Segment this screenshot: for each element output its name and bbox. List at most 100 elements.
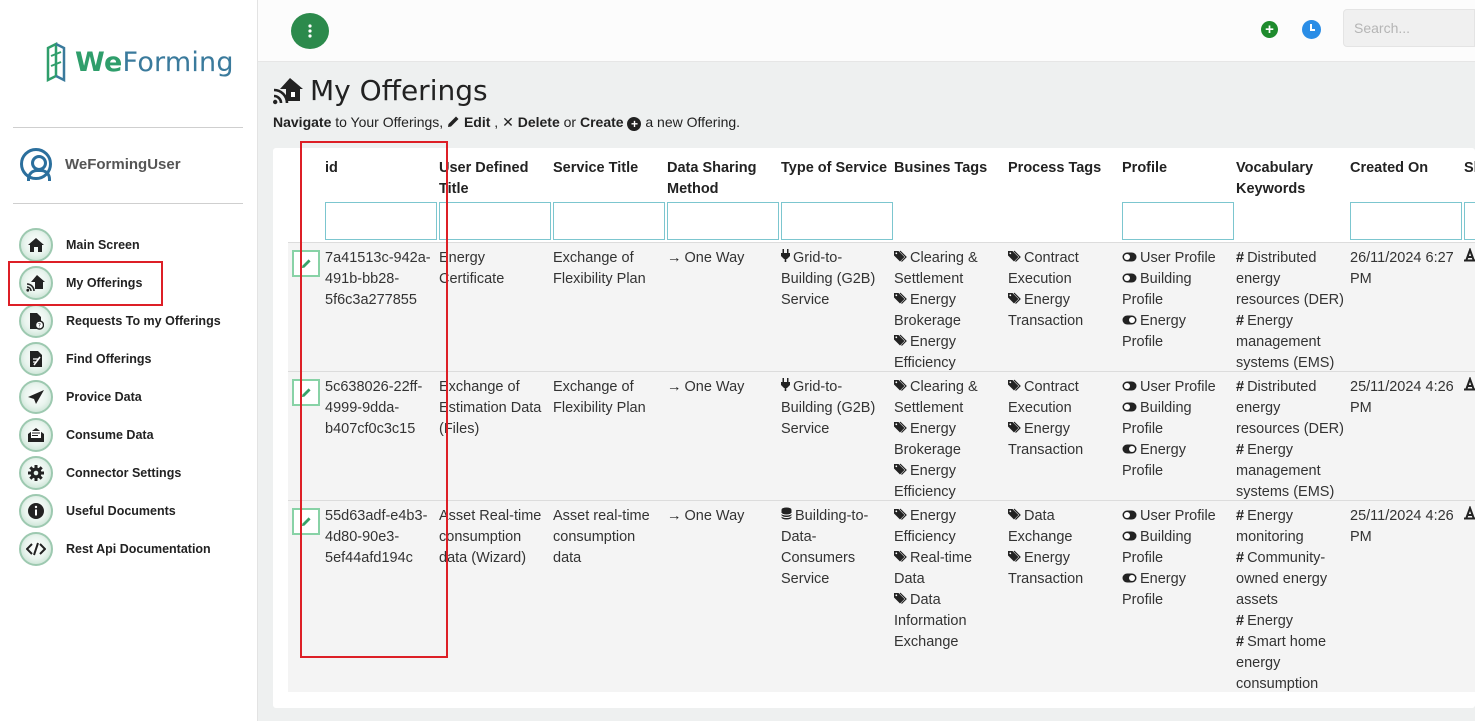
sidebar-item-label: Provice Data (66, 390, 142, 404)
column-header-id[interactable]: id (325, 158, 435, 179)
cell-profile: User Profile Building Profile Energy Profile (1122, 248, 1234, 353)
cell-line: 4999-9dda- (325, 400, 400, 416)
profile-line: Profile (1122, 550, 1164, 566)
filter-method-input[interactable] (667, 202, 779, 240)
column-header-created[interactable]: Created On (1350, 158, 1462, 179)
cell-line: (Files) (439, 421, 480, 437)
clock-icon[interactable] (1302, 20, 1321, 39)
column-header-sh[interactable]: Sh (1464, 158, 1475, 179)
toggle-off-icon (1122, 379, 1137, 395)
cell-profile: User Profile Building Profile Energy Profile (1122, 377, 1234, 482)
sidebar-item-rest-api[interactable]: Rest Api Documentation (19, 530, 221, 568)
vocab-line: resources (DER) (1236, 292, 1344, 308)
sidebar-item-my-offerings[interactable]: My Offerings (19, 264, 221, 302)
hashtag-icon: # (1236, 613, 1245, 629)
hashtag-icon: # (1236, 634, 1245, 650)
tag-line: Energy (894, 506, 1006, 527)
sidebar-item-find-offerings[interactable]: Find Offerings (19, 340, 221, 378)
filter-service-title-input[interactable] (553, 202, 665, 240)
filter-sh-input[interactable] (1464, 202, 1475, 240)
filter-id-input[interactable] (325, 202, 437, 240)
filter-type-input[interactable] (781, 202, 893, 240)
cell-line: consumption (553, 529, 636, 545)
cell-created: 25/11/2024 4:26 PM (1350, 506, 1462, 548)
type-line: Service (781, 421, 830, 437)
sidebar-item-useful-documents[interactable]: Useful Documents (19, 492, 221, 530)
share-icon[interactable] (1464, 247, 1475, 269)
method-value: → One Way (667, 250, 745, 266)
hashtag-icon: # (1236, 313, 1245, 329)
vocab-line: energy (1236, 655, 1281, 671)
cell-created: 26/11/2024 6:27 PM (1350, 248, 1462, 290)
cell-line: consumption (439, 529, 522, 545)
tag-icon (894, 508, 907, 524)
toggle-on-icon (1122, 442, 1137, 458)
edit-button[interactable] (292, 379, 320, 406)
tag-icon (894, 250, 907, 266)
column-header-vocabulary[interactable]: Vocabulary Keywords (1236, 158, 1336, 200)
method-value: → One Way (667, 508, 745, 524)
toggle-on-icon (1122, 571, 1137, 587)
column-header-type[interactable]: Type of Service (781, 158, 893, 179)
sidebar-item-label: Connector Settings (66, 466, 182, 480)
edit-button[interactable] (292, 508, 320, 535)
logo-text: WeForming (75, 47, 234, 78)
cell-user-title: Asset Real-time consumption data (Wizard) (439, 506, 551, 569)
search-input[interactable] (1343, 9, 1475, 47)
filter-created-input[interactable] (1350, 202, 1462, 240)
cell-line: 7a41513c-942a- (325, 250, 431, 266)
vocab-line: management (1236, 463, 1321, 479)
user-info[interactable]: WeFormingUser (20, 148, 181, 181)
tag-line: Energy (894, 419, 1006, 440)
column-header-method[interactable]: Data Sharing Method (667, 158, 777, 200)
tag-line: Energy (1008, 548, 1120, 569)
column-header-process-tags[interactable]: Process Tags (1008, 158, 1120, 179)
sidebar-item-provide-data[interactable]: Provice Data (19, 378, 221, 416)
column-header-profile[interactable]: Profile (1122, 158, 1234, 179)
tag-icon (1008, 292, 1021, 308)
cell-line: 5ef44afd194c (325, 550, 413, 566)
cell-line: Energy (439, 250, 485, 266)
column-header-service-title[interactable]: Service Title (553, 158, 663, 179)
column-header-busines-tags[interactable]: Busines Tags (894, 158, 1006, 179)
file-request-icon: ? (19, 304, 53, 338)
cell-process: Contract Execution Energy Transaction (1008, 248, 1120, 332)
tag-line: Real-time (894, 548, 1006, 569)
sidebar-item-consume-data[interactable]: Consume Data (19, 416, 221, 454)
cell-line: 55d63adf-e4b3- (325, 508, 428, 524)
vocab-line: # Energy (1236, 508, 1294, 524)
tag-line: Energy (894, 461, 1006, 482)
tag-icon (894, 421, 907, 437)
cell-created: 25/11/2024 4:26 PM (1350, 377, 1462, 419)
vocab-line: consumption (1236, 676, 1319, 692)
sidebar-item-main-screen[interactable]: Main Screen (19, 226, 221, 264)
table-row: 55d63adf-e4b3- 4d80-90e3- 5ef44afd194c Asse… (288, 500, 1475, 692)
sidebar-item-requests[interactable]: ? Requests To my Offerings (19, 302, 221, 340)
page-header: My Offerings (272, 74, 488, 107)
tag-line: Transaction (1008, 313, 1084, 329)
toggle-off-icon (1122, 250, 1137, 266)
add-icon[interactable]: + (1261, 21, 1278, 38)
filter-user-title-input[interactable] (439, 202, 551, 240)
column-header-user-title[interactable]: User Defined Title (439, 158, 549, 200)
filter-profile-input[interactable] (1122, 202, 1234, 240)
cell-line: data (Wizard) (439, 550, 527, 566)
cell-line: data (553, 550, 582, 566)
toggle-off-icon (1122, 400, 1137, 416)
tag-icon (1008, 379, 1021, 395)
table-row: 7a41513c-942a- 491b-bb28- 5f6c3a277855 Ener… (288, 242, 1475, 371)
sidebar-item-connector-settings[interactable]: Connector Settings (19, 454, 221, 492)
share-icon[interactable] (1464, 505, 1475, 527)
menu-button[interactable] (291, 13, 329, 49)
tag-line: Contract (1008, 248, 1120, 269)
share-icon[interactable] (1464, 376, 1475, 398)
type-line: Consumers (781, 550, 856, 566)
sidebar-item-label: Rest Api Documentation (66, 542, 211, 556)
method-value: → One Way (667, 379, 745, 395)
gear-icon (19, 456, 53, 490)
edit-button[interactable] (292, 250, 320, 277)
tag-line: Clearing & (894, 377, 1006, 398)
weforming-logo[interactable]: WeForming (44, 42, 234, 82)
logo-we: We (75, 46, 123, 78)
type-line: Service (781, 292, 830, 308)
